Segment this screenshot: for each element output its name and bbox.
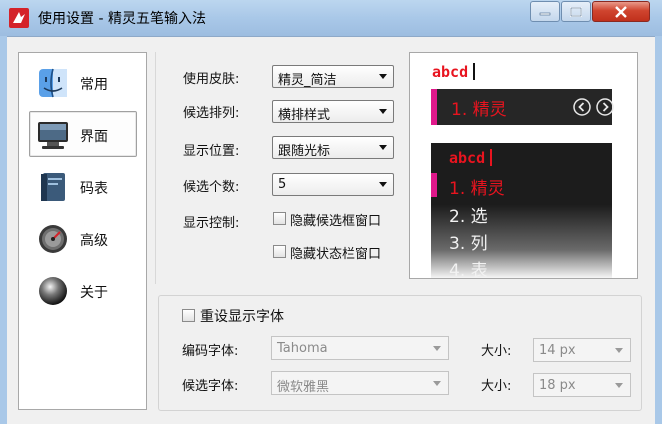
candidate-accent <box>431 89 437 125</box>
count-select[interactable]: 5 <box>272 173 394 196</box>
position-select[interactable]: 跟随光标 <box>272 136 394 159</box>
nav-item-common[interactable]: 常用 <box>29 59 137 105</box>
category-nav: 常用 界面 码表 高级 关于 <box>18 52 147 410</box>
preview-input-text: abcd <box>432 63 469 81</box>
preview-input-text-2: abcd <box>449 149 486 167</box>
horizontal-candidate: 1. 精灵 <box>451 100 507 120</box>
minimize-icon <box>539 12 551 15</box>
minimize-button[interactable] <box>530 1 560 22</box>
app-logo-icon <box>9 8 29 28</box>
chevron-down-icon <box>379 109 387 114</box>
section-divider <box>155 52 156 284</box>
layout-label: 候选排列: <box>183 106 240 121</box>
nav-label-interface: 界面 <box>80 129 108 145</box>
layout-select[interactable]: 横排样式 <box>272 100 394 123</box>
position-value: 跟随光标 <box>278 144 331 159</box>
book-icon <box>41 173 65 201</box>
page-prev-icon <box>573 98 591 116</box>
sphere-icon <box>39 277 67 305</box>
chevron-down-icon <box>379 182 387 187</box>
skin-select[interactable]: 精灵_简洁 <box>272 65 394 88</box>
skin-preview: abcd 1. 精灵 abcd 1. 精灵 2. 选 3. 列 4. 表 <box>409 52 638 279</box>
chevron-down-icon <box>615 383 623 388</box>
finder-face-icon <box>39 68 67 98</box>
chevron-down-icon <box>433 346 441 351</box>
hide-candidate-checkbox[interactable] <box>273 212 286 225</box>
title-bar[interactable]: 使用设置 - 精灵五笔输入法 <box>0 0 662 36</box>
close-button[interactable] <box>592 1 650 22</box>
candidate-font-value: 微软雅黑 <box>277 380 330 395</box>
display-control-label: 显示控制: <box>183 216 240 231</box>
window-frame-left <box>0 36 7 424</box>
hide-status-label[interactable]: 隐藏状态栏窗口 <box>290 243 381 262</box>
code-font-value: Tahoma <box>277 341 328 356</box>
code-size-value: 14 px <box>539 343 576 358</box>
code-size-select[interactable]: 14 px <box>533 338 631 362</box>
nav-item-about[interactable]: 关于 <box>29 267 137 313</box>
vertical-candidate-1: 1. 精灵 <box>449 179 505 199</box>
preview-caret <box>473 63 475 80</box>
nav-label-common: 常用 <box>80 77 108 93</box>
hide-candidate-label[interactable]: 隐藏候选框窗口 <box>290 210 381 229</box>
nav-item-advanced[interactable]: 高级 <box>29 215 137 261</box>
nav-label-advanced: 高级 <box>80 233 108 249</box>
chevron-down-icon <box>379 74 387 79</box>
monitor-icon <box>38 122 68 149</box>
vertical-accent <box>431 173 437 197</box>
count-value: 5 <box>278 177 287 192</box>
candidate-font-label: 候选字体: <box>182 379 239 394</box>
window-frame-right <box>655 36 662 424</box>
nav-item-interface[interactable]: 界面 <box>29 111 137 157</box>
candidate-font-select[interactable]: 微软雅黑 <box>271 371 449 395</box>
nav-label-dictionary: 码表 <box>80 181 108 197</box>
code-size-label: 大小: <box>481 344 512 359</box>
window-title: 使用设置 - 精灵五笔输入法 <box>38 11 206 27</box>
gauge-icon <box>39 225 67 253</box>
skin-value: 精灵_简洁 <box>278 73 337 88</box>
nav-label-about: 关于 <box>80 285 108 301</box>
skin-label: 使用皮肤: <box>183 72 240 87</box>
vertical-candidate-panel: abcd 1. 精灵 2. 选 3. 列 4. 表 <box>431 143 612 279</box>
candidate-size-select[interactable]: 18 px <box>533 373 631 397</box>
code-font-label: 编码字体: <box>182 344 239 359</box>
maximize-button[interactable] <box>561 1 591 22</box>
chevron-down-icon <box>433 381 441 386</box>
candidate-size-label: 大小: <box>481 379 512 394</box>
page-next-icon <box>596 98 614 116</box>
vertical-candidate-4: 4. 表 <box>449 261 488 279</box>
chevron-down-icon <box>379 145 387 150</box>
horizontal-candidate-bar: 1. 精灵 <box>431 89 614 125</box>
preview-caret-2 <box>490 149 492 166</box>
vertical-candidate-3: 3. 列 <box>449 234 488 254</box>
reset-font-checkbox[interactable] <box>182 309 195 322</box>
close-icon <box>615 5 627 18</box>
candidate-size-value: 18 px <box>539 378 576 393</box>
reset-font-label[interactable]: 重设显示字体 <box>200 306 284 326</box>
position-label: 显示位置: <box>183 144 240 159</box>
code-font-select[interactable]: Tahoma <box>271 336 449 360</box>
chevron-down-icon <box>615 348 623 353</box>
maximize-icon <box>570 6 582 17</box>
hide-status-checkbox[interactable] <box>273 245 286 258</box>
layout-value: 横排样式 <box>278 108 331 123</box>
nav-item-dictionary[interactable]: 码表 <box>29 163 137 209</box>
count-label: 候选个数: <box>183 180 240 195</box>
vertical-candidate-2: 2. 选 <box>449 207 488 227</box>
